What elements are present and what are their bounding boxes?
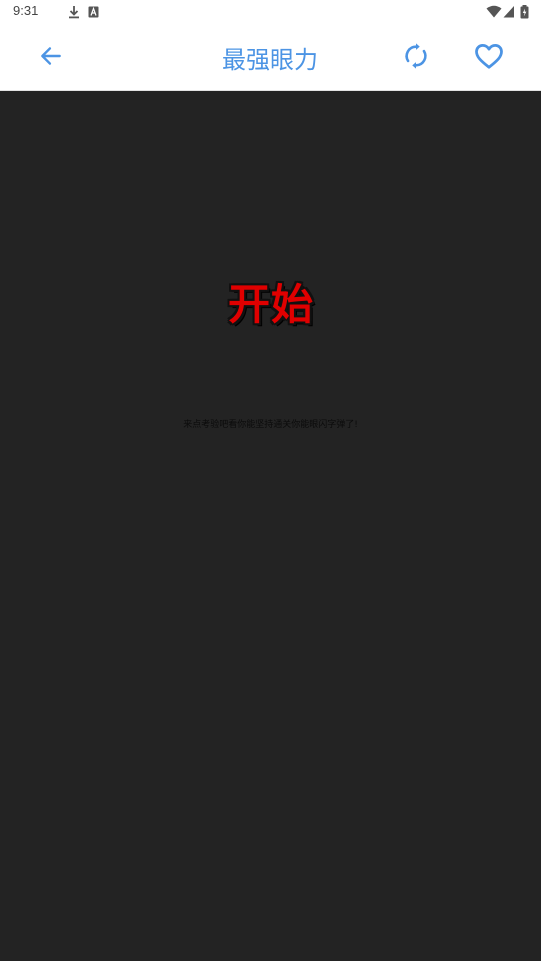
status-bar: 9:31	[0, 0, 541, 24]
game-area: 开始 来点考验吧看你能坚持通关你能眼闪字弹了!	[0, 91, 541, 961]
heart-icon	[474, 42, 504, 74]
battery-icon	[520, 4, 529, 19]
back-button[interactable]	[31, 38, 71, 78]
favorite-button[interactable]	[469, 38, 509, 78]
start-button[interactable]: 开始	[200, 271, 342, 331]
signal-icon	[503, 4, 515, 18]
download-icon	[68, 4, 80, 19]
page-title: 最强眼力	[222, 46, 318, 74]
wifi-icon	[486, 4, 502, 18]
arrow-left-icon	[38, 43, 64, 73]
hint-text: 来点考验吧看你能坚持通关你能眼闪字弹了!	[183, 420, 358, 430]
a-badge-icon	[88, 4, 100, 18]
refresh-button[interactable]	[396, 38, 436, 78]
status-time: 9:31	[13, 3, 39, 18]
refresh-icon	[402, 42, 430, 74]
app-bar: 最强眼力	[0, 24, 541, 91]
